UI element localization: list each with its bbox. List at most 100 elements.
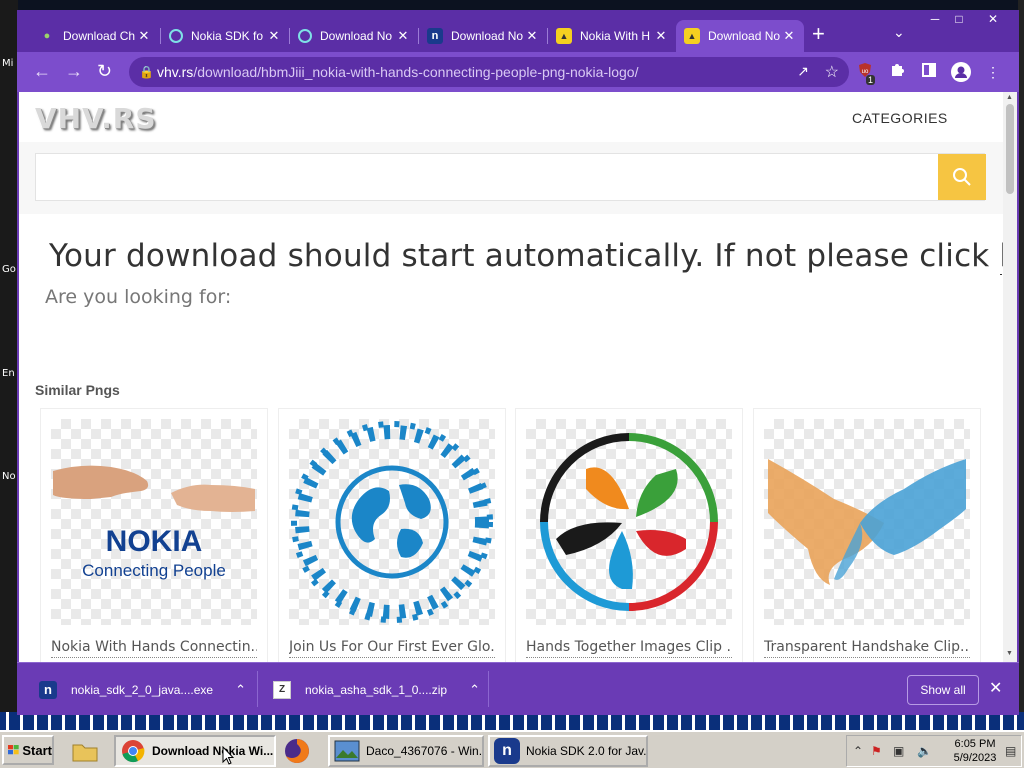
- scroll-down-icon[interactable]: ▼: [1006, 650, 1013, 657]
- tab-download-nokia-1[interactable]: Download No ✕: [290, 20, 418, 52]
- browser-toolbar: ← → ↻ 🔒 vhv.rs/download/hbmJiii_nokia-wi…: [17, 52, 1019, 92]
- bookmark-star-icon[interactable]: ☆: [825, 62, 839, 82]
- puzzle-favicon-icon: ●: [43, 30, 51, 42]
- tab-search-chevron-icon[interactable]: ⌄: [893, 24, 905, 41]
- scrollbar-thumb[interactable]: [1006, 104, 1014, 194]
- download-filename: nokia_sdk_2_0_java....exe: [71, 682, 214, 697]
- extensions-puzzle-icon[interactable]: [887, 62, 907, 82]
- globe-people-ring-thumbnail[interactable]: [289, 419, 495, 625]
- taskbar: Start Download Nokia Wi... Daco_4367076 …: [0, 730, 1024, 768]
- page-scrollbar[interactable]: ▲ ▼: [1003, 92, 1017, 662]
- card-caption[interactable]: Transparent Handshake Clip...: [764, 639, 970, 658]
- card-caption[interactable]: Nokia With Hands Connectin...: [51, 639, 257, 658]
- search-button[interactable]: [938, 154, 986, 200]
- tab-nokia-sdk[interactable]: Nokia SDK fo ✕: [161, 20, 289, 52]
- desktop-label[interactable]: No: [2, 471, 16, 482]
- side-panel-icon[interactable]: [919, 62, 939, 82]
- desktop-label[interactable]: Go: [2, 264, 16, 275]
- tab-title: Download No: [451, 29, 524, 43]
- start-button[interactable]: Start: [2, 735, 54, 765]
- address-bar[interactable]: 🔒 vhv.rs/download/hbmJiii_nokia-with-han…: [129, 57, 849, 87]
- chevron-up-icon[interactable]: ⌃: [469, 682, 480, 698]
- extension-badge: 1: [866, 75, 876, 85]
- minimize-button[interactable]: ─: [923, 10, 947, 28]
- share-icon[interactable]: ↗: [797, 63, 809, 80]
- similar-png-card[interactable]: Hands Together Images Clip ...: [515, 408, 743, 662]
- show-all-button[interactable]: Show all: [907, 675, 979, 705]
- system-tray: ⌃ ⚑ ▣ 🔈 6:05 PM 5/9/2023 ▤: [846, 735, 1022, 767]
- q-favicon-icon: [298, 29, 312, 43]
- new-tab-button[interactable]: +: [812, 23, 825, 45]
- card-caption[interactable]: Join Us For Our First Ever Glo...: [289, 639, 495, 658]
- window-close-button[interactable]: ✕: [981, 10, 1005, 28]
- profile-avatar-icon[interactable]: [951, 62, 971, 82]
- download-item[interactable]: Z nokia_asha_sdk_1_0....zip ⌃: [273, 663, 480, 716]
- chrome-icon: [120, 738, 146, 764]
- zip-file-icon: Z: [273, 680, 291, 699]
- close-shelf-icon[interactable]: ✕: [989, 678, 1002, 698]
- forward-arrow-icon[interactable]: →: [65, 60, 83, 82]
- close-icon[interactable]: ✕: [396, 28, 410, 44]
- handshake-mosaic-thumbnail[interactable]: [764, 419, 970, 625]
- start-label: Start: [22, 742, 52, 758]
- download-separator: [257, 671, 258, 707]
- nokia-logo-hands-thumbnail[interactable]: NOKIA Connecting People: [51, 419, 257, 625]
- taskbar-button-label: Daco_4367076 - Win...: [366, 744, 484, 758]
- categories-link[interactable]: CATEGORIES: [852, 110, 948, 126]
- tab-download-nokia-active[interactable]: ▲ Download No ✕: [676, 20, 804, 52]
- taskbar-button-label: Download Nokia Wi...: [152, 744, 274, 758]
- close-icon[interactable]: ✕: [137, 28, 151, 44]
- colorful-hands-circle-thumbnail[interactable]: [526, 419, 732, 625]
- download-message: Your download should start automatically…: [49, 238, 1003, 275]
- image-viewer-icon: [334, 738, 360, 764]
- close-icon[interactable]: ✕: [525, 28, 539, 44]
- taskbar-button-nokia-sdk[interactable]: n Nokia SDK 2.0 for Jav...: [488, 735, 648, 767]
- taskbar-button-chrome[interactable]: Download Nokia Wi...: [114, 735, 276, 767]
- close-icon[interactable]: ✕: [782, 28, 796, 44]
- nokia-wordmark: NOKIA: [106, 525, 203, 558]
- clock[interactable]: 6:05 PM 5/9/2023: [947, 737, 1003, 765]
- firefox-quicklaunch-icon[interactable]: [282, 736, 312, 766]
- folder-quicklaunch-icon[interactable]: [70, 736, 100, 766]
- download-message-text: Your download should start automatically…: [49, 238, 1000, 274]
- clock-time: 6:05 PM: [954, 738, 996, 750]
- chevron-up-icon[interactable]: ⌃: [235, 682, 246, 698]
- similar-png-card[interactable]: NOKIA Connecting People Nokia With Hands…: [40, 408, 268, 662]
- nokia-tagline: Connecting People: [82, 561, 226, 580]
- similar-png-card[interactable]: Transparent Handshake Clip...: [753, 408, 981, 662]
- kebab-menu-icon[interactable]: ⋮: [983, 62, 1003, 82]
- tab-download-nokia-2[interactable]: n Download No ✕: [419, 20, 547, 52]
- reload-icon[interactable]: ↻: [97, 60, 112, 82]
- tab-title: Nokia With H: [580, 29, 651, 43]
- tray-expand-icon[interactable]: ⌃: [853, 744, 863, 758]
- card-caption[interactable]: Hands Together Images Clip ...: [526, 639, 732, 658]
- similar-png-card[interactable]: Join Us For Our First Ever Glo...: [278, 408, 506, 662]
- maximize-button[interactable]: □: [947, 10, 971, 28]
- scroll-up-icon[interactable]: ▲: [1006, 94, 1013, 101]
- desktop-icons-strip: Mi Go En No: [0, 0, 18, 730]
- desktop-label[interactable]: Mi: [2, 58, 13, 69]
- close-icon[interactable]: ✕: [267, 28, 281, 44]
- tab-nokia-with-hands[interactable]: ▲ Nokia With H ✕: [548, 20, 676, 52]
- taskbar-button-label: Nokia SDK 2.0 for Jav...: [526, 744, 648, 758]
- close-icon[interactable]: ✕: [654, 28, 668, 44]
- search-input[interactable]: [36, 154, 936, 200]
- clock-date: 5/9/2023: [953, 752, 997, 764]
- looking-for-heading: Are you looking for:: [45, 286, 232, 308]
- desktop-label[interactable]: En: [2, 368, 15, 379]
- back-arrow-icon[interactable]: ←: [33, 60, 51, 82]
- site-logo[interactable]: VHV.RS: [35, 102, 157, 135]
- download-item[interactable]: n nokia_sdk_2_0_java....exe ⌃: [39, 663, 246, 716]
- tab-download-chrome[interactable]: ● Download Ch ✕: [31, 20, 159, 52]
- taskbar-button-image-viewer[interactable]: Daco_4367076 - Win...: [328, 735, 484, 767]
- security-flag-icon[interactable]: ⚑: [871, 744, 882, 758]
- tab-title: Nokia SDK fo: [191, 29, 264, 43]
- mouse-cursor-icon: [222, 746, 234, 765]
- tab-title: Download No: [320, 29, 393, 43]
- similar-pngs-heading: Similar Pngs: [35, 382, 120, 398]
- volume-icon[interactable]: 🔈: [917, 744, 932, 758]
- download-shelf: n nokia_sdk_2_0_java....exe ⌃ Z nokia_as…: [17, 662, 1019, 715]
- show-desktop-icon[interactable]: ▤: [1005, 744, 1016, 758]
- lock-icon[interactable]: 🔒: [139, 65, 157, 79]
- network-icon[interactable]: ▣: [893, 744, 904, 758]
